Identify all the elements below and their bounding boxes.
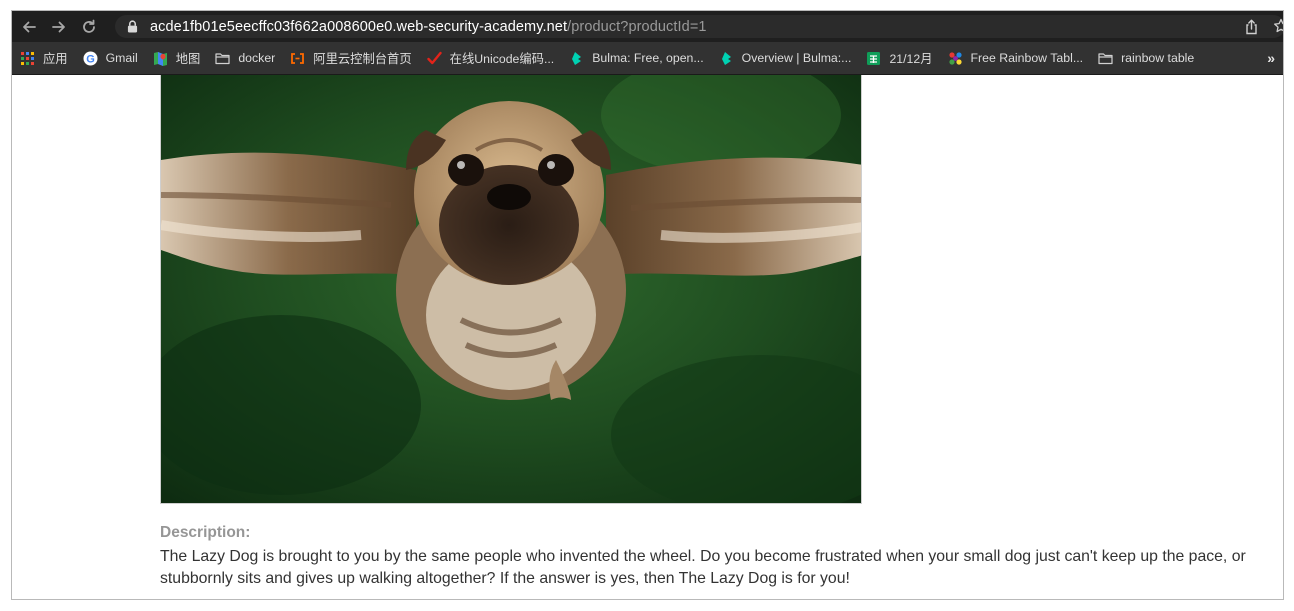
bookmark-label: rainbow table	[1121, 51, 1195, 65]
bookmark-rainbow-table-folder[interactable]: rainbow table	[1098, 48, 1194, 68]
lock-icon	[127, 20, 139, 33]
bookmark-apps[interactable]: 应用	[20, 48, 68, 68]
bookmark-label: Bulma: Free, open...	[592, 51, 704, 65]
folder-icon	[215, 51, 230, 66]
bookmark-label: 应用	[43, 52, 68, 66]
pug-owl-illustration	[161, 75, 861, 503]
address-bar[interactable]: acde1fb01e5eecffc03f662a008600e0.web-sec…	[115, 15, 1284, 38]
bookmark-aliyun[interactable]: 阿里云控制台首页	[290, 48, 412, 68]
bookmark-maps[interactable]: 地图	[153, 48, 201, 68]
arrow-left-icon	[23, 21, 36, 32]
back-button[interactable]	[18, 16, 40, 38]
bookmark-bulma-overview[interactable]: Overview | Bulma:...	[719, 48, 852, 68]
folder-icon	[1098, 51, 1113, 66]
browser-toolbar: acde1fb01e5eecffc03f662a008600e0.web-sec…	[12, 11, 1283, 42]
description-label: Description:	[160, 524, 251, 541]
check-icon	[426, 51, 442, 66]
sheets-icon	[866, 51, 881, 66]
aliyun-icon	[290, 51, 305, 66]
browser-window: acde1fb01e5eecffc03f662a008600e0.web-sec…	[11, 10, 1284, 600]
reload-button[interactable]	[78, 16, 100, 38]
google-icon: G	[83, 51, 98, 66]
bookmark-sheets[interactable]: 21/12月	[866, 48, 933, 68]
bookmark-label: Gmail	[105, 51, 138, 65]
product-image	[160, 75, 862, 504]
bookmark-gmail[interactable]: G Gmail	[83, 48, 138, 68]
bulma-icon	[719, 51, 734, 66]
bookmark-label: Overview | Bulma:...	[741, 51, 852, 65]
apps-grid-icon	[20, 51, 35, 66]
url-text: acde1fb01e5eecffc03f662a008600e0.web-sec…	[150, 19, 707, 35]
share-icon[interactable]	[1244, 19, 1259, 35]
reload-icon	[83, 19, 95, 33]
bookmark-label: 21/12月	[889, 52, 933, 66]
bookmarks-bar: 应用 G Gmail 地图 docker 阿里云控制台首页 在线Unicode编…	[12, 42, 1283, 75]
bookmark-label: 阿里云控制台首页	[313, 52, 412, 66]
maps-icon	[153, 51, 168, 66]
bookmark-label: docker	[238, 51, 276, 65]
star-icon[interactable]	[1273, 18, 1284, 34]
rainbow-icon	[948, 51, 963, 66]
url-path: /product?productId=1	[567, 18, 707, 35]
url-host: acde1fb01e5eecffc03f662a008600e0.web-sec…	[150, 18, 568, 35]
more-bookmarks-button[interactable]: »	[1267, 50, 1275, 66]
forward-button[interactable]	[48, 16, 70, 38]
bookmark-label: Free Rainbow Tabl...	[970, 51, 1084, 65]
bookmark-label: 在线Unicode编码...	[449, 52, 555, 66]
description-text: The Lazy Dog is brought to you by the sa…	[160, 548, 1246, 587]
bookmark-label: 地图	[175, 52, 201, 66]
bulma-icon	[569, 51, 584, 66]
bookmark-unicode[interactable]: 在线Unicode编码...	[426, 48, 555, 68]
bookmark-bulma-free[interactable]: Bulma: Free, open...	[569, 48, 704, 68]
page-content: Description: The Lazy Dog is brought to …	[12, 75, 1283, 599]
svg-text:G: G	[86, 53, 95, 65]
bookmark-rainbow-tables[interactable]: Free Rainbow Tabl...	[948, 48, 1084, 68]
bookmark-docker[interactable]: docker	[215, 48, 275, 68]
arrow-right-icon	[52, 21, 65, 32]
